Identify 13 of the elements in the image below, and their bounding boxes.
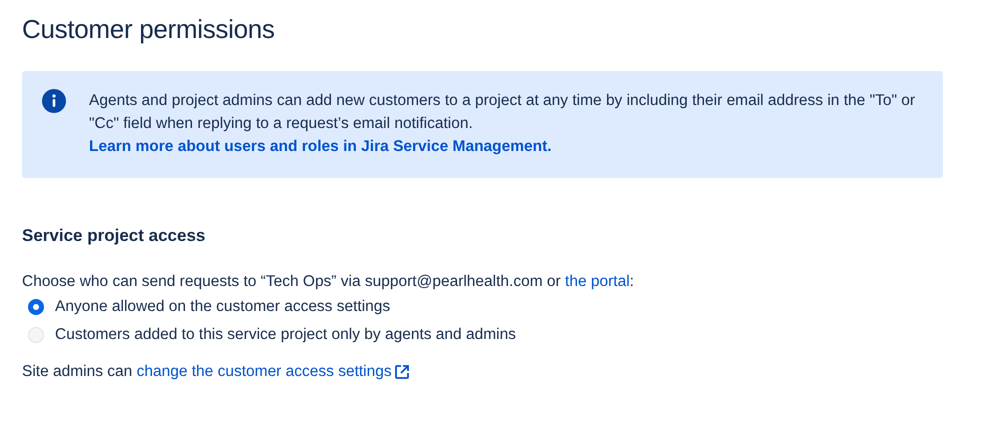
learn-more-link[interactable]: Learn more about users and roles in Jira Service Management. <box>89 138 552 155</box>
access-settings-link[interactable]: change the customer access settings <box>136 363 392 381</box>
external-link-icon <box>394 364 410 380</box>
info-text: Agents and project admins can add new customers to a project at any time by including their email address in the "To" or "Cc" field when replying to a request’s email notification. Learn more about users and roles in Jira Service Management. <box>89 91 916 157</box>
option-label: Customers added to this service project only by agents and admins <box>55 326 516 344</box>
page-title: Customer permissions <box>22 14 276 45</box>
option-label: Anyone allowed on the customer access settings <box>55 298 390 316</box>
portal-link[interactable]: the portal <box>565 273 630 290</box>
footer-text: Site admins can <box>22 363 134 381</box>
info-icon <box>42 89 66 113</box>
access-prompt: Choose who can send requests to “Tech Ops” via support@pearlhealth.com or the portal: <box>22 272 635 292</box>
section-heading: Service project access <box>22 226 206 246</box>
radio-button[interactable] <box>28 299 44 315</box>
